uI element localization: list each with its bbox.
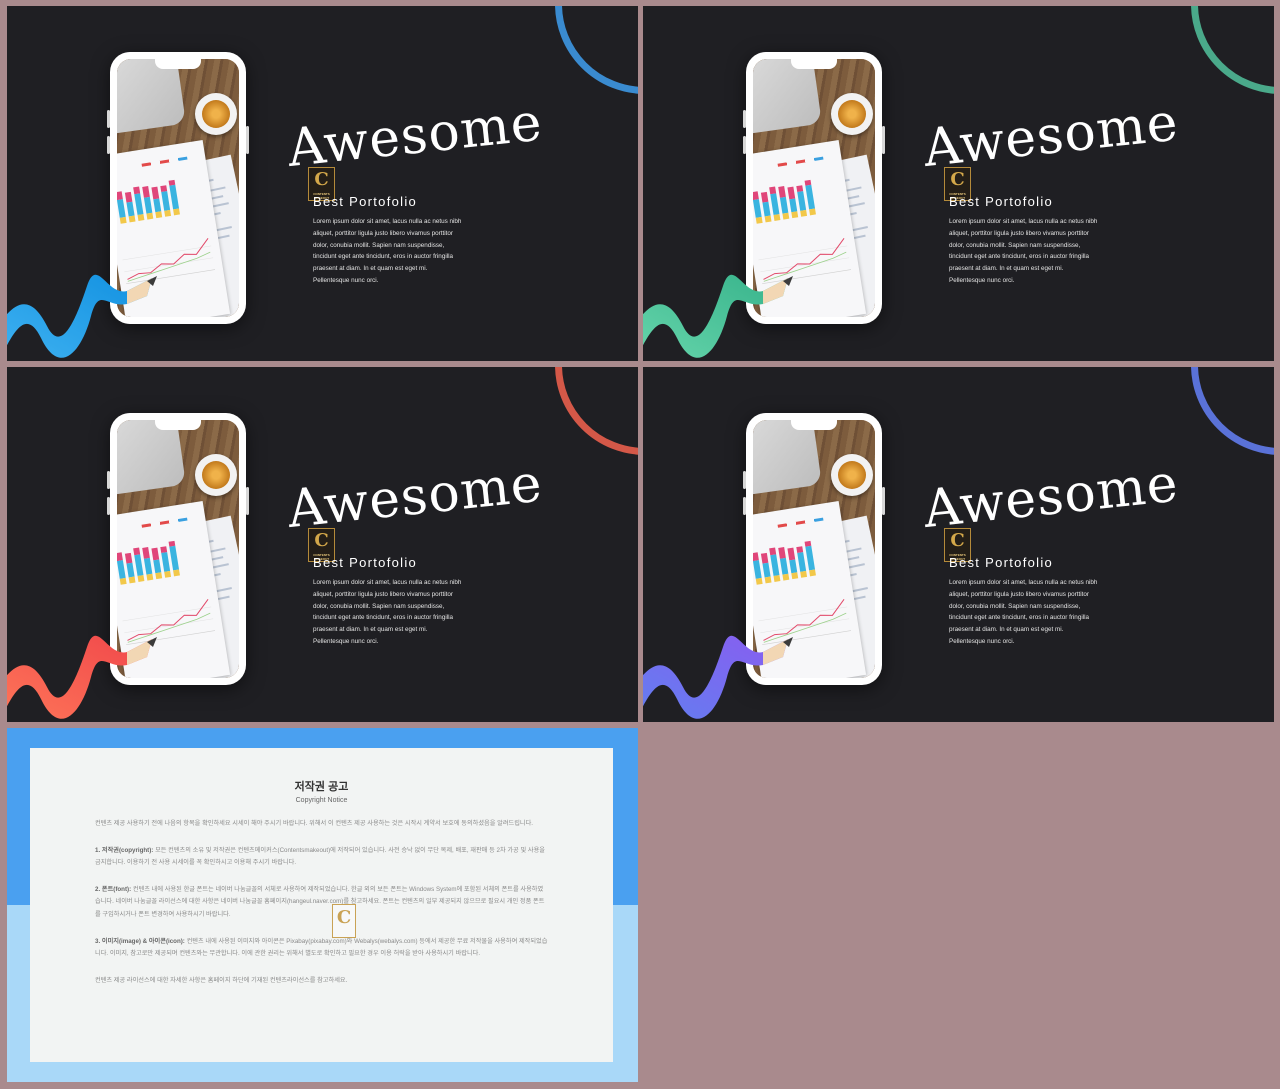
coffee-cup: [195, 93, 237, 135]
watermark-logo: C: [332, 904, 356, 938]
pencil-ribbon: [7, 274, 157, 358]
phone-power-button: [246, 487, 249, 515]
phone-notch: [791, 59, 837, 69]
phone-power-button: [882, 126, 885, 154]
coffee-cup: [195, 454, 237, 496]
bar-chart-graphic: [117, 171, 190, 224]
copyright-notice-slide[interactable]: 저작권 공고 Copyright Notice 컨텐츠 제공 사용하기 전에 나…: [7, 728, 638, 1082]
phone-volume-button: [743, 471, 746, 489]
phone-volume-button: [743, 497, 746, 515]
phone-volume-button: [107, 471, 110, 489]
phone-notch: [791, 420, 837, 430]
laptop-corner: [753, 59, 822, 134]
pencil-ribbon: [643, 635, 793, 719]
notice-title: 저작권 공고: [294, 781, 349, 793]
notice-section-image: 3. 이미지(image) & 아이콘(icon): 컨텐츠 내에 사용된 이미…: [95, 937, 548, 958]
decorative-arc: [1191, 367, 1274, 455]
laptop-corner: [117, 59, 186, 134]
decorative-arc: [1191, 6, 1274, 94]
notice-card: 저작권 공고 Copyright Notice 컨텐츠 제공 사용하기 전에 나…: [30, 748, 613, 1062]
coffee-cup: [831, 454, 873, 496]
chart-legend: [141, 156, 188, 167]
coffee-cup: [831, 93, 873, 135]
phone-volume-button: [107, 110, 110, 128]
phone-volume-button: [743, 136, 746, 154]
slide-subtitle: Best Portofolio: [949, 555, 1054, 570]
slide-subtitle: Best Portofolio: [313, 194, 418, 209]
phone-power-button: [246, 126, 249, 154]
chart-legend: [777, 156, 824, 167]
decorative-arc: [555, 6, 638, 94]
notice-subtitle: Copyright Notice: [295, 797, 348, 804]
notice-footer: 컨텐츠 제공 라이선스에 대한 자세한 사항은 홈페이지 하단에 기재된 컨텐츠…: [95, 976, 348, 984]
slide-green[interactable]: Awesome C CONTENTS MAKEOUT Best Portofoli…: [643, 6, 1274, 361]
slide-body-text: Lorem ipsum dolor sit amet, lacus nulla …: [949, 579, 1098, 645]
slide-subtitle: Best Portofolio: [949, 194, 1054, 209]
slide-body-text: Lorem ipsum dolor sit amet, lacus nulla …: [949, 218, 1098, 284]
bar-chart-graphic: [753, 171, 826, 224]
phone-power-button: [882, 487, 885, 515]
chart-legend: [777, 517, 824, 528]
pencil-ribbon: [643, 274, 793, 358]
slide-blue[interactable]: Awesome C CONTENTS MAKEOUT Best Portofoli…: [7, 6, 638, 361]
slide-subtitle: Best Portofolio: [313, 555, 418, 570]
phone-notch: [155, 420, 201, 430]
bar-chart-graphic: [753, 532, 826, 585]
phone-volume-button: [107, 136, 110, 154]
notice-section-copyright: 1. 저작권(copyright): 모든 컨텐츠의 소유 및 저작권은 컨텐츠…: [95, 846, 545, 867]
decorative-arc: [555, 367, 638, 455]
laptop-corner: [117, 420, 186, 495]
phone-notch: [155, 59, 201, 69]
chart-legend: [141, 517, 188, 528]
notice-section-font: 2. 폰트(font): 컨텐츠 내에 사용된 한글 폰트는 네이버 나눔글꼴의…: [95, 885, 545, 918]
pencil-ribbon: [7, 635, 157, 719]
slide-red[interactable]: Awesome C CONTENTS MAKEOUT Best Portofoli…: [7, 367, 638, 722]
notice-intro: 컨텐츠 제공 사용하기 전에 나음의 항목을 확인하세요 시세이 해야 주시기 …: [95, 820, 534, 827]
slide-purple[interactable]: Awesome C CONTENTS MAKEOUT Best Portofoli…: [643, 367, 1274, 722]
slide-body-text: Lorem ipsum dolor sit amet, lacus nulla …: [313, 218, 462, 284]
phone-volume-button: [743, 110, 746, 128]
laptop-corner: [753, 420, 822, 495]
bar-chart-graphic: [117, 532, 190, 585]
slide-body-text: Lorem ipsum dolor sit amet, lacus nulla …: [313, 579, 462, 645]
phone-volume-button: [107, 497, 110, 515]
